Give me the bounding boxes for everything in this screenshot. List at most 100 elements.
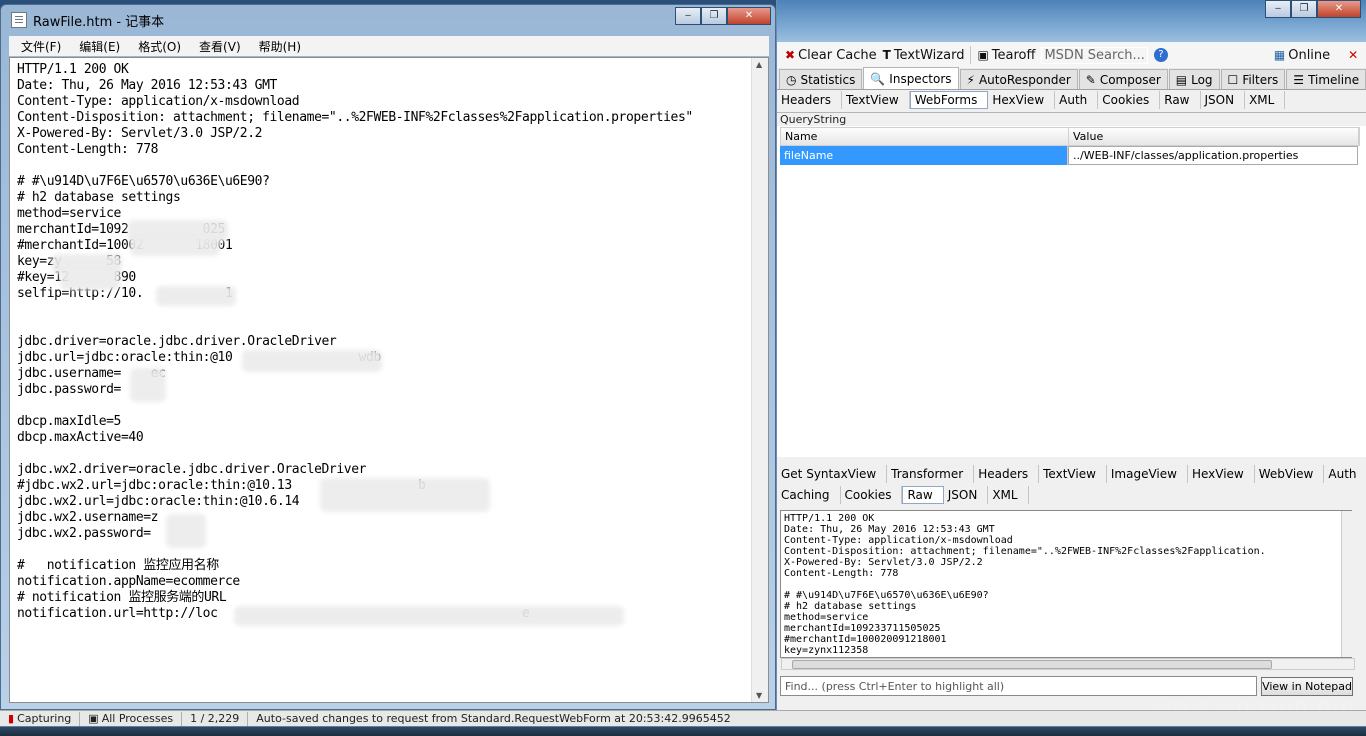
notepad-vertical-scrollbar[interactable]: ▲ ▼ bbox=[751, 58, 768, 702]
request-tab-hexview[interactable]: HexView bbox=[988, 91, 1056, 109]
redaction-blur bbox=[320, 478, 490, 512]
fiddler-toolbar: ✖ Clear Cache T TextWizard ▣ Tearoff MSD… bbox=[777, 42, 1366, 68]
scroll-up-icon[interactable]: ▲ bbox=[756, 60, 762, 69]
tab-label: Filters bbox=[1242, 72, 1279, 87]
request-tab-json[interactable]: JSON bbox=[1201, 91, 1246, 109]
response-tab-xml[interactable]: XML bbox=[988, 486, 1029, 504]
response-tab-syntaxview[interactable]: Get SyntaxView bbox=[777, 465, 888, 483]
tab-label: AutoResponder bbox=[978, 72, 1071, 87]
process-filter[interactable]: ▣ All Processes bbox=[80, 711, 183, 726]
table-row[interactable]: fileName ../WEB-INF/classes/application.… bbox=[780, 146, 1360, 165]
response-tab-textview[interactable]: TextView bbox=[1039, 465, 1107, 483]
tab-statistics[interactable]: ◷ Statistics bbox=[779, 69, 863, 89]
column-header-name[interactable]: Name bbox=[781, 128, 1069, 145]
tab-filters[interactable]: ☐ Filters bbox=[1220, 69, 1286, 89]
response-tab-auth[interactable]: Auth bbox=[1324, 465, 1366, 483]
online-label: Online bbox=[1288, 47, 1331, 63]
fiddler-statusbar: ▮ Capturing ▣ All Processes 1 / 2,229 Auto… bbox=[0, 710, 1366, 726]
msdn-search-label: MSDN Search... bbox=[1044, 47, 1145, 63]
menu-edit[interactable]: 编辑(E) bbox=[67, 38, 126, 55]
response-tab-cookies[interactable]: Cookies bbox=[841, 486, 903, 504]
notepad-window-controls: ‒ ❐ ✕ bbox=[675, 7, 771, 25]
querystring-panel: QueryString Name Value fileName ../WEB-I… bbox=[777, 112, 1366, 457]
querystring-label: QueryString bbox=[777, 113, 1366, 126]
request-tab-raw[interactable]: Raw bbox=[1160, 91, 1201, 109]
fiddler-main-tabs: ◷ Statistics 🔍 Inspectors ⚡ AutoResponder ✎… bbox=[777, 67, 1366, 90]
response-inspector-tabs-row1: Get SyntaxView Transformer Headers TextV… bbox=[777, 464, 1366, 484]
response-tab-transformer[interactable]: Transformer bbox=[887, 465, 975, 483]
menu-file[interactable]: 文件(F) bbox=[9, 38, 67, 55]
tab-autoresponder[interactable]: ⚡ AutoResponder bbox=[959, 69, 1078, 89]
response-tab-caching[interactable]: Caching bbox=[777, 486, 841, 504]
response-horizontal-scrollbar[interactable] bbox=[781, 658, 1355, 670]
inspectors-icon: 🔍 bbox=[870, 71, 886, 86]
cell-name[interactable]: fileName bbox=[780, 146, 1068, 165]
clear-cache-button[interactable]: ✖ Clear Cache bbox=[785, 48, 877, 63]
request-tab-webforms[interactable]: WebForms bbox=[909, 91, 989, 109]
column-header-value[interactable]: Value bbox=[1069, 128, 1359, 145]
minimize-button[interactable]: ‒ bbox=[1265, 0, 1291, 18]
composer-icon: ✎ bbox=[1085, 72, 1096, 87]
request-tab-textview[interactable]: TextView bbox=[842, 91, 910, 109]
request-tab-headers[interactable]: Headers bbox=[777, 91, 842, 109]
tearoff-button[interactable]: ▣ Tearoff bbox=[977, 48, 1035, 63]
menu-format[interactable]: 格式(O) bbox=[126, 38, 187, 55]
fiddler-window: ‒ ❐ ✕ ✖ Clear Cache T TextWizard ▣ Tearo… bbox=[776, 0, 1366, 712]
redaction-blur bbox=[166, 514, 206, 548]
response-tab-json[interactable]: JSON bbox=[944, 486, 989, 504]
close-button[interactable]: ✕ bbox=[1317, 0, 1361, 18]
response-vertical-scrollbar[interactable] bbox=[1341, 511, 1355, 657]
notepad-text-content[interactable]: HTTP/1.1 200 OK Date: Thu, 26 May 2016 1… bbox=[17, 62, 752, 692]
notepad-editor[interactable]: HTTP/1.1 200 OK Date: Thu, 26 May 2016 1… bbox=[9, 57, 769, 703]
textwizard-button[interactable]: T TextWizard bbox=[883, 48, 965, 63]
processes-label: All Processes bbox=[101, 712, 174, 725]
response-tab-imageview[interactable]: ImageView bbox=[1107, 465, 1188, 483]
maximize-button[interactable]: ❐ bbox=[701, 7, 727, 25]
tab-composer[interactable]: ✎ Composer bbox=[1078, 69, 1168, 89]
close-toolbar-button[interactable]: ✕ bbox=[1348, 49, 1358, 61]
scrollbar-thumb[interactable] bbox=[792, 660, 1272, 669]
toolbar-separator bbox=[970, 46, 972, 64]
msdn-search-input[interactable]: MSDN Search... bbox=[1041, 46, 1148, 64]
capturing-label: Capturing bbox=[17, 712, 72, 725]
response-tab-webview[interactable]: WebView bbox=[1255, 465, 1325, 483]
notepad-window: RawFile.htm - 记事本 ‒ ❐ ✕ 文件(F) 编辑(E) 格式(O… bbox=[0, 4, 776, 710]
redaction-blur bbox=[234, 606, 624, 626]
session-count: 1 / 2,229 bbox=[182, 711, 249, 726]
capturing-indicator[interactable]: ▮ Capturing bbox=[0, 711, 81, 726]
help-button[interactable]: ? bbox=[1153, 48, 1168, 62]
request-tab-auth[interactable]: Auth bbox=[1055, 91, 1099, 109]
close-icon: ✕ bbox=[1348, 48, 1359, 62]
menu-help[interactable]: 帮助(H) bbox=[247, 38, 307, 55]
redaction-blur bbox=[60, 270, 120, 290]
desktop: ‒ ❐ ✕ ✖ Clear Cache T TextWizard ▣ Tearo… bbox=[0, 0, 1366, 736]
autoresponder-icon: ⚡ bbox=[966, 72, 975, 87]
tab-timeline[interactable]: ☰ Timeline bbox=[1286, 69, 1366, 89]
request-tab-cookies[interactable]: Cookies bbox=[1098, 91, 1161, 109]
tab-inspectors[interactable]: 🔍 Inspectors bbox=[863, 67, 959, 89]
response-tab-hexview[interactable]: HexView bbox=[1188, 465, 1255, 483]
tab-log[interactable]: ▤ Log bbox=[1168, 69, 1220, 89]
tab-label: Log bbox=[1191, 72, 1213, 87]
log-icon: ▤ bbox=[1175, 72, 1188, 87]
maximize-button[interactable]: ❐ bbox=[1291, 0, 1317, 18]
textwizard-label: TextWizard bbox=[893, 47, 965, 63]
cell-value[interactable]: ../WEB-INF/classes/application.propertie… bbox=[1068, 146, 1358, 165]
redaction-blur bbox=[130, 236, 220, 256]
redaction-blur bbox=[156, 286, 236, 306]
statistics-icon: ◷ bbox=[786, 72, 797, 87]
tab-label: Inspectors bbox=[889, 71, 952, 86]
request-tab-xml[interactable]: XML bbox=[1245, 91, 1286, 109]
minimize-button[interactable]: ‒ bbox=[675, 7, 701, 25]
response-tab-raw[interactable]: Raw bbox=[902, 486, 944, 504]
online-indicator[interactable]: ▦ Online bbox=[1274, 48, 1330, 63]
grid-header: Name Value bbox=[780, 127, 1360, 146]
menu-view[interactable]: 查看(V) bbox=[187, 38, 247, 55]
find-input[interactable]: Find... (press Ctrl+Enter to highlight a… bbox=[780, 676, 1257, 696]
notepad-titlebar[interactable]: RawFile.htm - 记事本 ‒ ❐ ✕ bbox=[1, 5, 775, 35]
response-tab-headers[interactable]: Headers bbox=[974, 465, 1040, 483]
close-button[interactable]: ✕ bbox=[727, 7, 771, 25]
scroll-down-icon[interactable]: ▼ bbox=[756, 691, 762, 700]
response-raw-text[interactable]: HTTP/1.1 200 OK Date: Thu, 26 May 2016 1… bbox=[780, 510, 1352, 658]
request-inspector-tabs: Headers TextView WebForms HexView Auth C… bbox=[777, 90, 1366, 110]
